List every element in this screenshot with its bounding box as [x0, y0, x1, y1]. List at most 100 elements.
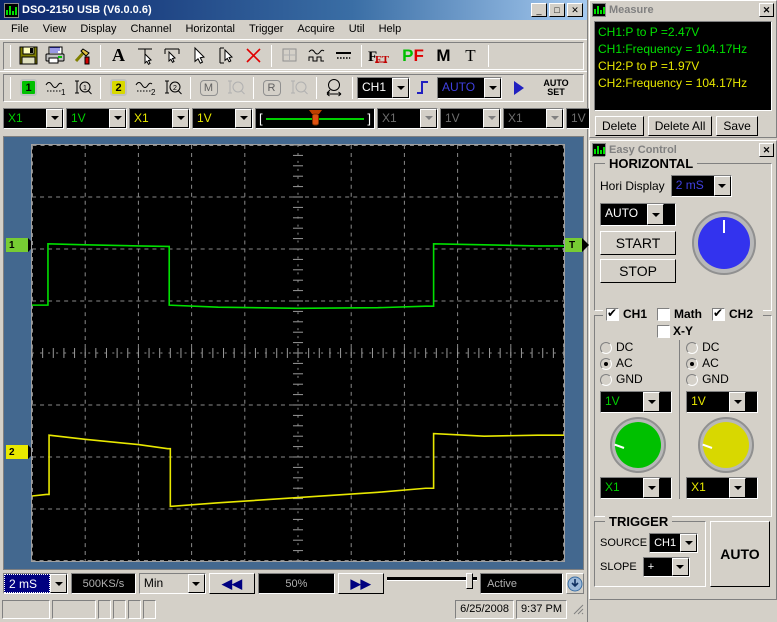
save-icon[interactable]	[15, 43, 42, 68]
chevron-down-icon[interactable]	[729, 392, 746, 412]
cursor-horizontal-icon[interactable]	[159, 43, 186, 68]
math-m-icon[interactable]: M	[430, 43, 457, 68]
clear-cursor-icon[interactable]	[240, 43, 267, 68]
measure-panel-close-icon[interactable]: ✕	[759, 3, 774, 17]
stop-button[interactable]: STOP	[600, 259, 676, 283]
menu-channel[interactable]: Channel	[123, 21, 178, 37]
grid-frame-icon[interactable]	[276, 43, 303, 68]
menu-view[interactable]: View	[36, 21, 74, 37]
autoset-button[interactable]: AUTO SET	[536, 75, 576, 100]
chevron-down-icon[interactable]	[188, 574, 205, 593]
acquisition-mode-combo[interactable]: AUTO	[600, 203, 676, 226]
chevron-down-icon[interactable]	[546, 109, 563, 128]
chevron-down-icon[interactable]	[647, 204, 664, 225]
trigger-source-combo[interactable]: CH1	[357, 77, 410, 99]
menu-display[interactable]: Display	[73, 21, 123, 37]
chevron-down-icon[interactable]	[714, 176, 731, 196]
chevron-down-icon[interactable]	[643, 478, 660, 498]
ref-enable-button[interactable]: R	[258, 75, 285, 100]
horizontal-position-bar[interactable]: [ ]	[255, 108, 375, 129]
close-button[interactable]: ✕	[567, 3, 583, 17]
text-t-icon[interactable]: T	[457, 43, 484, 68]
ch1-probe-scale-combo[interactable]: X1	[600, 477, 672, 499]
chevron-down-icon[interactable]	[46, 109, 63, 128]
cursor-track-icon[interactable]	[213, 43, 240, 68]
ch2-waveform-icon[interactable]: 2	[132, 75, 159, 100]
menu-acquire[interactable]: Acquire	[290, 21, 341, 37]
chevron-down-icon[interactable]	[109, 109, 126, 128]
chevron-down-icon[interactable]	[672, 558, 689, 576]
ch2-volts-combo[interactable]: 1V	[192, 108, 253, 129]
chevron-down-icon[interactable]	[680, 534, 697, 552]
maximize-button[interactable]: □	[549, 3, 565, 17]
aux-probe1-combo[interactable]: X1	[377, 108, 438, 129]
ch2-enable-button[interactable]: 2	[105, 75, 132, 100]
ch2-probe-combo[interactable]: X1	[129, 108, 190, 129]
ch1-dc-radio[interactable]	[600, 342, 612, 354]
waveform-canvas[interactable]	[31, 144, 565, 562]
ch2-checkbox[interactable]	[712, 308, 725, 321]
minimize-button[interactable]: _	[531, 3, 547, 17]
chevron-down-icon[interactable]	[643, 392, 660, 412]
ch2-zoom-icon[interactable]: 2	[159, 75, 186, 100]
ch1-knob[interactable]	[610, 417, 666, 473]
waveform-icon[interactable]	[303, 43, 330, 68]
timebase-combo[interactable]: 2 mS	[3, 573, 68, 594]
ch1-zoom-icon[interactable]: 1	[69, 75, 96, 100]
trigger-source-select[interactable]: CH1	[649, 533, 698, 553]
save-button[interactable]: Save	[716, 116, 757, 136]
menu-help[interactable]: Help	[372, 21, 409, 37]
chevron-down-icon[interactable]	[50, 574, 67, 593]
trigger-slope-select[interactable]: +	[643, 557, 690, 577]
aux-probe2-combo[interactable]: X1	[503, 108, 564, 129]
scroll-prev-button[interactable]: ◀◀	[209, 573, 255, 594]
print-icon[interactable]	[42, 43, 69, 68]
refresh-icon[interactable]	[566, 573, 584, 594]
chevron-down-icon[interactable]	[729, 478, 746, 498]
chevron-down-icon[interactable]	[235, 109, 252, 128]
start-button[interactable]: START	[600, 231, 676, 255]
pf-icon[interactable]: PF	[396, 43, 430, 68]
delete-all-button[interactable]: Delete All	[648, 116, 713, 136]
cursor-vertical-icon[interactable]	[132, 43, 159, 68]
trigger-slope-icon[interactable]	[410, 75, 437, 100]
ch1-enable-button[interactable]: 1	[15, 75, 42, 100]
menu-file[interactable]: File	[4, 21, 36, 37]
easy-control-close-icon[interactable]: ✕	[759, 143, 774, 157]
ch1-waveform-icon[interactable]: 1	[42, 75, 69, 100]
text-tool-icon[interactable]: A	[105, 43, 132, 68]
acquire-mode-combo[interactable]: Min	[139, 573, 206, 594]
ref-zoom-icon[interactable]	[285, 75, 312, 100]
fft-icon[interactable]: FFT	[366, 43, 396, 68]
ch2-ac-radio[interactable]	[686, 358, 698, 370]
ch1-volts-combo[interactable]: 1V	[66, 108, 127, 129]
ch1-ac-radio[interactable]	[600, 358, 612, 370]
menu-horizontal[interactable]: Horizontal	[178, 21, 242, 37]
xy-checkbox[interactable]	[657, 325, 670, 338]
ch1-probe-combo[interactable]: X1	[3, 108, 64, 129]
chevron-down-icon[interactable]	[172, 109, 189, 128]
aux-volts1-combo[interactable]: 1V	[440, 108, 501, 129]
ch1-checkbox[interactable]	[606, 308, 619, 321]
ch1-gnd-radio[interactable]	[600, 374, 612, 386]
horizontal-zoom-icon[interactable]	[321, 75, 348, 100]
menu-util[interactable]: Util	[342, 21, 372, 37]
cursor-pointer-icon[interactable]	[186, 43, 213, 68]
ch2-probe-scale-combo[interactable]: X1	[686, 477, 758, 499]
slider-thumb[interactable]	[466, 573, 473, 589]
ch2-dc-radio[interactable]	[686, 342, 698, 354]
trigger-position-marker[interactable]	[309, 110, 322, 127]
chevron-down-icon[interactable]	[420, 109, 437, 128]
memory-position-slider[interactable]	[387, 573, 477, 594]
dots-icon[interactable]	[330, 43, 357, 68]
ch1-volts-scale-combo[interactable]: 1V	[600, 391, 672, 413]
math-checkbox[interactable]	[657, 308, 670, 321]
math-zoom-icon[interactable]	[222, 75, 249, 100]
ch2-position-marker[interactable]: 2	[6, 445, 28, 459]
scroll-next-button[interactable]: ▶▶	[338, 573, 384, 594]
chevron-down-icon[interactable]	[483, 109, 500, 128]
horizontal-knob[interactable]	[692, 211, 756, 275]
menu-trigger[interactable]: Trigger	[242, 21, 290, 37]
scope-display-area[interactable]: 1 2 T	[3, 136, 584, 570]
resize-grip[interactable]	[571, 602, 585, 616]
